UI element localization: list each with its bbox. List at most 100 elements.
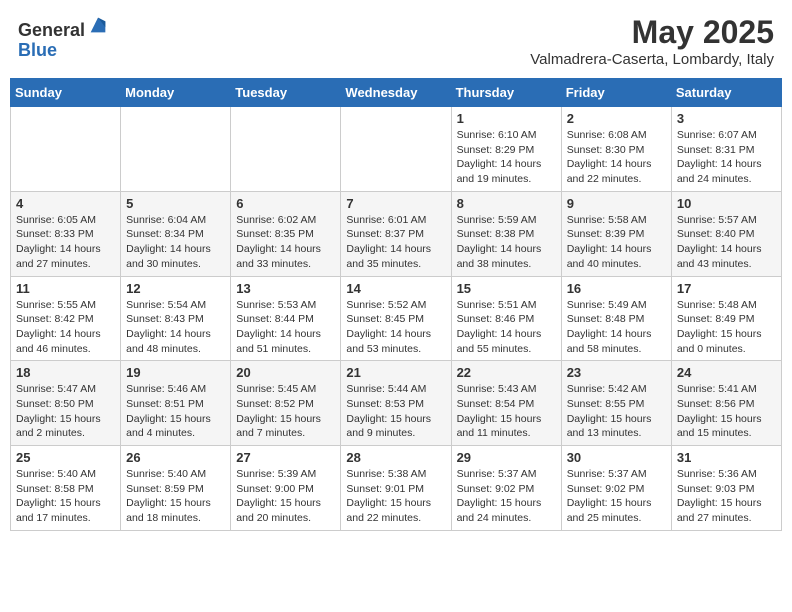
day-info: Sunrise: 5:40 AMSunset: 8:59 PMDaylight:… <box>126 467 225 526</box>
day-info: Sunrise: 5:51 AMSunset: 8:46 PMDaylight:… <box>457 298 556 357</box>
day-number: 23 <box>567 365 666 380</box>
calendar-cell: 15 Sunrise: 5:51 AMSunset: 8:46 PMDayligh… <box>451 276 561 361</box>
page-header: General Blue May 2025 Valmadrera-Caserta… <box>10 10 782 72</box>
day-number: 15 <box>457 281 556 296</box>
calendar-cell: 17 Sunrise: 5:48 AMSunset: 8:49 PMDayligh… <box>671 276 781 361</box>
weekday-header-monday: Monday <box>121 79 231 107</box>
day-info: Sunrise: 5:54 AMSunset: 8:43 PMDaylight:… <box>126 298 225 357</box>
day-info: Sunrise: 5:36 AMSunset: 9:03 PMDaylight:… <box>677 467 776 526</box>
day-number: 24 <box>677 365 776 380</box>
day-info: Sunrise: 5:47 AMSunset: 8:50 PMDaylight:… <box>16 382 115 441</box>
calendar-cell <box>231 107 341 192</box>
calendar-cell: 14 Sunrise: 5:52 AMSunset: 8:45 PMDayligh… <box>341 276 451 361</box>
calendar-cell: 25 Sunrise: 5:40 AMSunset: 8:58 PMDayligh… <box>11 446 121 531</box>
logo-general: General <box>18 20 85 40</box>
day-info: Sunrise: 5:53 AMSunset: 8:44 PMDaylight:… <box>236 298 335 357</box>
weekday-header-friday: Friday <box>561 79 671 107</box>
calendar-cell: 29Sunrise: 5:37 AMSunset: 9:02 PMDayligh… <box>451 446 561 531</box>
day-info: Sunrise: 5:52 AMSunset: 8:45 PMDaylight:… <box>346 298 445 357</box>
day-number: 25 <box>16 450 115 465</box>
weekday-header-tuesday: Tuesday <box>231 79 341 107</box>
month-title: May 2025 <box>530 14 774 51</box>
calendar-week-row: 18 Sunrise: 5:47 AMSunset: 8:50 PMDayligh… <box>11 361 782 446</box>
day-info: Sunrise: 6:02 AMSunset: 8:35 PMDaylight:… <box>236 213 335 272</box>
calendar-week-row: 25 Sunrise: 5:40 AMSunset: 8:58 PMDayligh… <box>11 446 782 531</box>
calendar-cell: 1Sunrise: 6:10 AMSunset: 8:29 PMDaylight… <box>451 107 561 192</box>
day-number: 29 <box>457 450 556 465</box>
calendar-cell <box>121 107 231 192</box>
day-number: 18 <box>16 365 115 380</box>
calendar-week-row: 4 Sunrise: 6:05 AMSunset: 8:33 PMDaylight… <box>11 191 782 276</box>
weekday-header-thursday: Thursday <box>451 79 561 107</box>
calendar-cell: 26Sunrise: 5:40 AMSunset: 8:59 PMDayligh… <box>121 446 231 531</box>
day-info: Sunrise: 6:04 AMSunset: 8:34 PMDaylight:… <box>126 213 225 272</box>
calendar-cell: 2 Sunrise: 6:08 AMSunset: 8:30 PMDaylight… <box>561 107 671 192</box>
day-info: Sunrise: 5:46 AMSunset: 8:51 PMDaylight:… <box>126 382 225 441</box>
calendar-cell: 23 Sunrise: 5:42 AMSunset: 8:55 PMDayligh… <box>561 361 671 446</box>
day-number: 20 <box>236 365 335 380</box>
calendar-cell: 11 Sunrise: 5:55 AMSunset: 8:42 PMDayligh… <box>11 276 121 361</box>
day-info: Sunrise: 6:01 AMSunset: 8:37 PMDaylight:… <box>346 213 445 272</box>
day-number: 17 <box>677 281 776 296</box>
calendar-cell: 10Sunrise: 5:57 AMSunset: 8:40 PMDayligh… <box>671 191 781 276</box>
day-number: 3 <box>677 111 776 126</box>
day-number: 16 <box>567 281 666 296</box>
calendar-cell: 4 Sunrise: 6:05 AMSunset: 8:33 PMDaylight… <box>11 191 121 276</box>
weekday-header-sunday: Sunday <box>11 79 121 107</box>
calendar-cell: 24 Sunrise: 5:41 AMSunset: 8:56 PMDayligh… <box>671 361 781 446</box>
day-info: Sunrise: 5:39 AMSunset: 9:00 PMDaylight:… <box>236 467 335 526</box>
calendar-cell: 21Sunrise: 5:44 AMSunset: 8:53 PMDayligh… <box>341 361 451 446</box>
logo-icon <box>87 14 109 36</box>
day-info: Sunrise: 5:49 AMSunset: 8:48 PMDaylight:… <box>567 298 666 357</box>
calendar-cell: 27 Sunrise: 5:39 AMSunset: 9:00 PMDayligh… <box>231 446 341 531</box>
calendar-cell: 16 Sunrise: 5:49 AMSunset: 8:48 PMDayligh… <box>561 276 671 361</box>
day-number: 8 <box>457 196 556 211</box>
weekday-header-saturday: Saturday <box>671 79 781 107</box>
day-number: 21 <box>346 365 445 380</box>
day-number: 2 <box>567 111 666 126</box>
day-number: 4 <box>16 196 115 211</box>
weekday-header-row: SundayMondayTuesdayWednesdayThursdayFrid… <box>11 79 782 107</box>
calendar-cell: 13 Sunrise: 5:53 AMSunset: 8:44 PMDayligh… <box>231 276 341 361</box>
day-number: 6 <box>236 196 335 211</box>
day-number: 19 <box>126 365 225 380</box>
day-info: Sunrise: 5:41 AMSunset: 8:56 PMDaylight:… <box>677 382 776 441</box>
calendar-cell: 20 Sunrise: 5:45 AMSunset: 8:52 PMDayligh… <box>231 361 341 446</box>
day-number: 28 <box>346 450 445 465</box>
logo: General Blue <box>18 14 109 61</box>
day-number: 5 <box>126 196 225 211</box>
day-info: Sunrise: 5:48 AMSunset: 8:49 PMDaylight:… <box>677 298 776 357</box>
day-info: Sunrise: 5:42 AMSunset: 8:55 PMDaylight:… <box>567 382 666 441</box>
day-info: Sunrise: 6:08 AMSunset: 8:30 PMDaylight:… <box>567 128 666 187</box>
day-number: 30 <box>567 450 666 465</box>
day-info: Sunrise: 5:38 AMSunset: 9:01 PMDaylight:… <box>346 467 445 526</box>
calendar-cell: 28 Sunrise: 5:38 AMSunset: 9:01 PMDayligh… <box>341 446 451 531</box>
calendar-cell <box>11 107 121 192</box>
day-number: 9 <box>567 196 666 211</box>
calendar-cell: 9 Sunrise: 5:58 AMSunset: 8:39 PMDaylight… <box>561 191 671 276</box>
calendar-cell: 19 Sunrise: 5:46 AMSunset: 8:51 PMDayligh… <box>121 361 231 446</box>
calendar-cell: 30 Sunrise: 5:37 AMSunset: 9:02 PMDayligh… <box>561 446 671 531</box>
calendar-cell: 18 Sunrise: 5:47 AMSunset: 8:50 PMDayligh… <box>11 361 121 446</box>
day-number: 13 <box>236 281 335 296</box>
logo-text: General <box>18 14 109 41</box>
day-info: Sunrise: 5:55 AMSunset: 8:42 PMDaylight:… <box>16 298 115 357</box>
day-info: Sunrise: 5:58 AMSunset: 8:39 PMDaylight:… <box>567 213 666 272</box>
calendar-cell: 22Sunrise: 5:43 AMSunset: 8:54 PMDayligh… <box>451 361 561 446</box>
day-number: 31 <box>677 450 776 465</box>
day-info: Sunrise: 6:07 AMSunset: 8:31 PMDaylight:… <box>677 128 776 187</box>
day-info: Sunrise: 5:45 AMSunset: 8:52 PMDaylight:… <box>236 382 335 441</box>
day-number: 11 <box>16 281 115 296</box>
day-number: 14 <box>346 281 445 296</box>
day-info: Sunrise: 5:37 AMSunset: 9:02 PMDaylight:… <box>567 467 666 526</box>
day-info: Sunrise: 5:59 AMSunset: 8:38 PMDaylight:… <box>457 213 556 272</box>
day-info: Sunrise: 5:40 AMSunset: 8:58 PMDaylight:… <box>16 467 115 526</box>
day-info: Sunrise: 5:43 AMSunset: 8:54 PMDaylight:… <box>457 382 556 441</box>
location-title: Valmadrera-Caserta, Lombardy, Italy <box>530 51 774 68</box>
calendar-week-row: 1Sunrise: 6:10 AMSunset: 8:29 PMDaylight… <box>11 107 782 192</box>
calendar-cell <box>341 107 451 192</box>
day-number: 7 <box>346 196 445 211</box>
day-info: Sunrise: 6:05 AMSunset: 8:33 PMDaylight:… <box>16 213 115 272</box>
day-number: 27 <box>236 450 335 465</box>
weekday-header-wednesday: Wednesday <box>341 79 451 107</box>
